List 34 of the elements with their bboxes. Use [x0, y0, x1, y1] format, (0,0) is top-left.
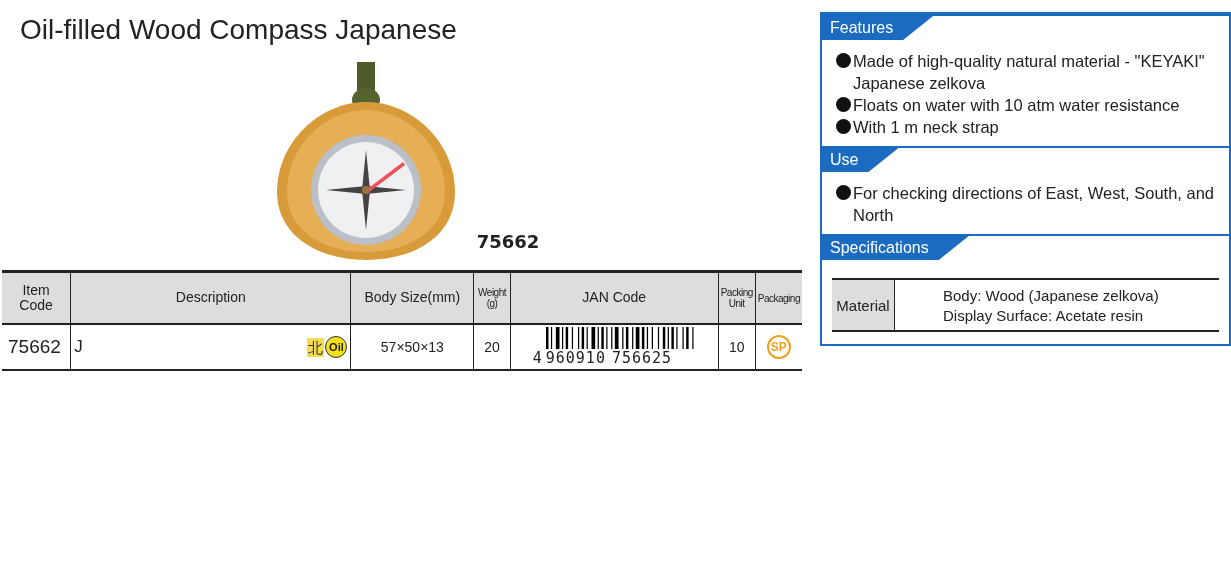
column-header: Description	[70, 271, 351, 324]
barcode-digit: 4	[532, 349, 542, 367]
spec-label: Material	[832, 279, 895, 331]
bullet-icon	[836, 97, 851, 112]
feature-text: Floats on water with 10 atm water resistance	[853, 95, 1180, 116]
spec-value: Body: Wood (Japanese zelkova)	[943, 286, 1160, 306]
bullet-icon	[836, 185, 851, 200]
table-cell: 10	[718, 324, 756, 370]
oil-badge: Oil	[325, 336, 348, 358]
item-code-label: 75662	[476, 231, 540, 252]
barcode-digits: 756625	[611, 349, 673, 367]
table-cell: 57×50×13	[350, 324, 474, 370]
section-heading: Specifications	[822, 236, 969, 260]
north-badge: 北	[307, 337, 325, 357]
feature-text: For checking directions of East, West, South, and North	[853, 183, 1216, 226]
packaging-badge: SP	[766, 335, 791, 359]
table-cell: J	[74, 337, 83, 357]
column-header: Weight (g)	[473, 271, 511, 324]
feature-text: With 1 m neck strap	[853, 117, 999, 138]
section-heading: Features	[822, 16, 934, 40]
column-header: Packaging	[755, 271, 802, 324]
column-header: JAN Code	[510, 271, 719, 324]
bullet-icon	[836, 119, 851, 134]
section-heading: Use	[822, 148, 899, 172]
bullet-icon	[836, 53, 851, 68]
spec-value: Display Surface: Acetate resin	[943, 306, 1145, 326]
column-header: Item Code	[2, 271, 71, 324]
column-header: Packing Unit	[718, 271, 756, 324]
feature-text: Made of high-quality natural material - "KEYAKI" Japanese zelkova	[853, 51, 1206, 94]
table-cell: 75662	[2, 324, 71, 370]
page-title: Oil-filled Wood Compass Japanese	[20, 14, 458, 46]
table-cell: 20	[473, 324, 511, 370]
barcode-digits: 960910	[545, 349, 606, 367]
column-header: Body Size(mm)	[350, 271, 474, 324]
